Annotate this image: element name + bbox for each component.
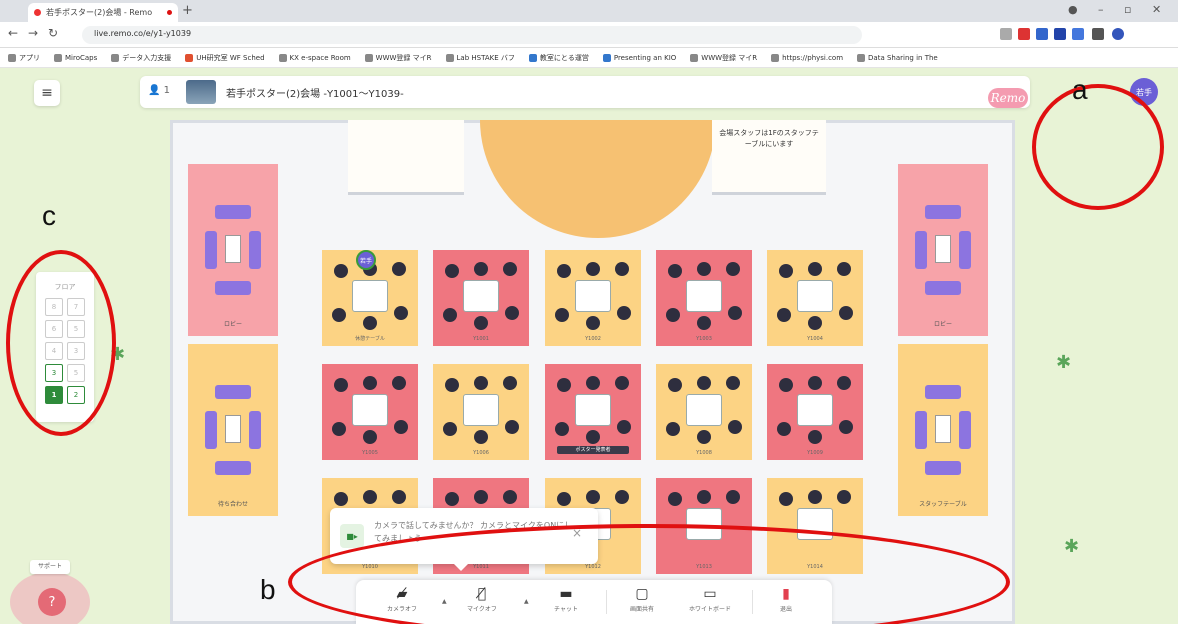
table-cell[interactable]: Y1004 — [767, 250, 863, 346]
close-window-icon[interactable]: ✕ — [1152, 3, 1161, 16]
table-icon — [575, 280, 611, 312]
table-icon — [463, 394, 499, 426]
side-room-lobby-right[interactable]: ロビー — [898, 164, 988, 336]
support-help-icon[interactable]: ? — [38, 588, 66, 616]
bookmark-item[interactable]: WWW登録 マイR — [690, 53, 757, 63]
favicon-icon — [34, 9, 41, 16]
camera-icon: ■▸ — [340, 524, 364, 548]
back-icon[interactable]: ← — [8, 26, 18, 40]
table-icon — [352, 394, 388, 426]
table-label: Y1004 — [807, 336, 823, 342]
side-room-label: 待ち合わせ — [217, 501, 248, 508]
url-field[interactable]: live.remo.co/e/y1-y1039 — [82, 26, 862, 44]
annotation-label-c: c — [42, 200, 56, 231]
table-cell[interactable]: Y1006 — [433, 364, 529, 460]
annotation-label-a: a — [1072, 74, 1088, 105]
table-icon — [797, 394, 833, 426]
annotation-ellipse-c — [6, 250, 116, 436]
bookmark-item[interactable]: アプリ — [8, 53, 40, 63]
room-title: 若手ポスター(2)会場 -Y1001～Y1039- — [226, 89, 404, 100]
new-tab-icon[interactable]: + — [182, 3, 193, 18]
table-label: Y1003 — [696, 336, 712, 342]
bookmark-item[interactable]: MiroCaps — [54, 53, 97, 62]
bookmark-item[interactable]: https://physi.com — [771, 53, 843, 62]
leaf-decoration-icon: ✱ — [1064, 536, 1080, 557]
table-cell[interactable]: Y1003 — [656, 250, 752, 346]
table-cell[interactable]: Y1001 — [433, 250, 529, 346]
room-title-bar: 👤 1 若手ポスター(2)会場 -Y1001～Y1039- — [140, 76, 1030, 108]
table-label: Y1005 — [362, 450, 378, 456]
sofa-icon — [915, 385, 971, 475]
table-tag: ポスター発表者 — [557, 446, 629, 454]
bookmark-item[interactable]: WWW登録 マイR — [364, 53, 432, 63]
bookmark-item[interactable]: KX e-space Room — [278, 53, 351, 62]
profile-icon[interactable] — [1112, 28, 1124, 40]
bookmark-item[interactable]: Lab HSTAKE バフ — [445, 53, 515, 63]
browser-tabstrip: 若手ポスター(2)会場 - Remo + ● – ▫ ✕ — [0, 0, 1178, 22]
table-icon — [686, 394, 722, 426]
bookmark-item[interactable]: データ入力支援 — [111, 53, 171, 63]
table-cell[interactable]: Y1002 — [545, 250, 641, 346]
table-label: Y1006 — [473, 450, 489, 456]
table-label: Y1009 — [807, 450, 823, 456]
table-icon — [352, 280, 388, 312]
browser-tab[interactable]: 若手ポスター(2)会場 - Remo — [28, 3, 178, 22]
extension-icon[interactable] — [1000, 28, 1012, 40]
sofa-icon — [205, 385, 261, 475]
table-cell[interactable]: ポスター発表者 — [545, 364, 641, 460]
table-cell[interactable]: Y1008 — [656, 364, 752, 460]
table-icon — [463, 280, 499, 312]
table-label: Y1001 — [473, 336, 489, 342]
table-cell[interactable]: Y1009 — [767, 364, 863, 460]
extension-icon[interactable] — [1072, 28, 1084, 40]
table-icon — [575, 394, 611, 426]
table-label: 休憩テーブル — [355, 336, 385, 342]
stage-poster-right: 会場スタッフは1Fのスタッフテーブルにいます — [712, 120, 826, 192]
address-bar: ← → ↻ live.remo.co/e/y1-y1039 — [0, 22, 1178, 48]
bookmark-item[interactable]: 教室にとる運営 — [528, 53, 589, 63]
remo-logo: Remo — [988, 88, 1028, 108]
support-label: サポート — [30, 560, 70, 574]
side-room-meeting-left[interactable]: 待ち合わせ — [188, 344, 278, 516]
room-thumbnail — [186, 80, 216, 104]
maximize-icon[interactable]: ▫ — [1124, 3, 1131, 16]
extension-icon[interactable] — [1054, 28, 1066, 40]
bookmark-item[interactable]: UH研究室 WF Sched — [185, 53, 265, 63]
guest-avatar[interactable]: 若手 — [356, 250, 376, 270]
bookmark-item[interactable]: Presenting an KIO — [602, 53, 676, 62]
bookmarks-bar: アプリ MiroCaps データ入力支援 UH研究室 WF Sched KX e… — [0, 48, 1178, 68]
sofa-icon — [915, 205, 971, 295]
participants-count[interactable]: 👤 1 — [148, 85, 170, 96]
tab-title: 若手ポスター(2)会場 - Remo — [46, 8, 153, 17]
bookmark-item[interactable]: Data Sharing in The — [857, 53, 938, 62]
table-icon — [797, 280, 833, 312]
sofa-icon — [205, 205, 261, 295]
table-icon — [686, 280, 722, 312]
stage-poster-left — [348, 120, 464, 192]
leaf-decoration-icon: ✱ — [1056, 352, 1072, 373]
reload-icon[interactable]: ↻ — [48, 26, 58, 40]
extension-icon[interactable] — [1018, 28, 1030, 40]
extension-icon[interactable] — [1092, 28, 1104, 40]
stage-poster-text: 会場スタッフは1Fのスタッフテーブルにいます — [719, 129, 819, 148]
table-label: Y1002 — [585, 336, 601, 342]
annotation-label-b: b — [260, 574, 276, 605]
side-room-label: ロビー — [223, 321, 242, 328]
side-room-label: スタッフテーブル — [919, 501, 967, 508]
table-cell[interactable]: Y1005 — [322, 364, 418, 460]
annotation-circle-a — [1032, 84, 1164, 210]
side-room-staff-table[interactable]: スタッフテーブル — [898, 344, 988, 516]
minimize-icon[interactable]: – — [1098, 3, 1104, 16]
side-room-label: ロビー — [933, 321, 952, 328]
forward-icon[interactable]: → — [28, 26, 38, 40]
side-room-lobby-left[interactable]: ロビー — [188, 164, 278, 336]
recording-icon — [167, 10, 172, 15]
hamburger-icon[interactable]: ≡ — [34, 80, 60, 106]
extension-icon[interactable] — [1036, 28, 1048, 40]
account-icon[interactable]: ● — [1068, 3, 1078, 16]
table-label: Y1008 — [696, 450, 712, 456]
